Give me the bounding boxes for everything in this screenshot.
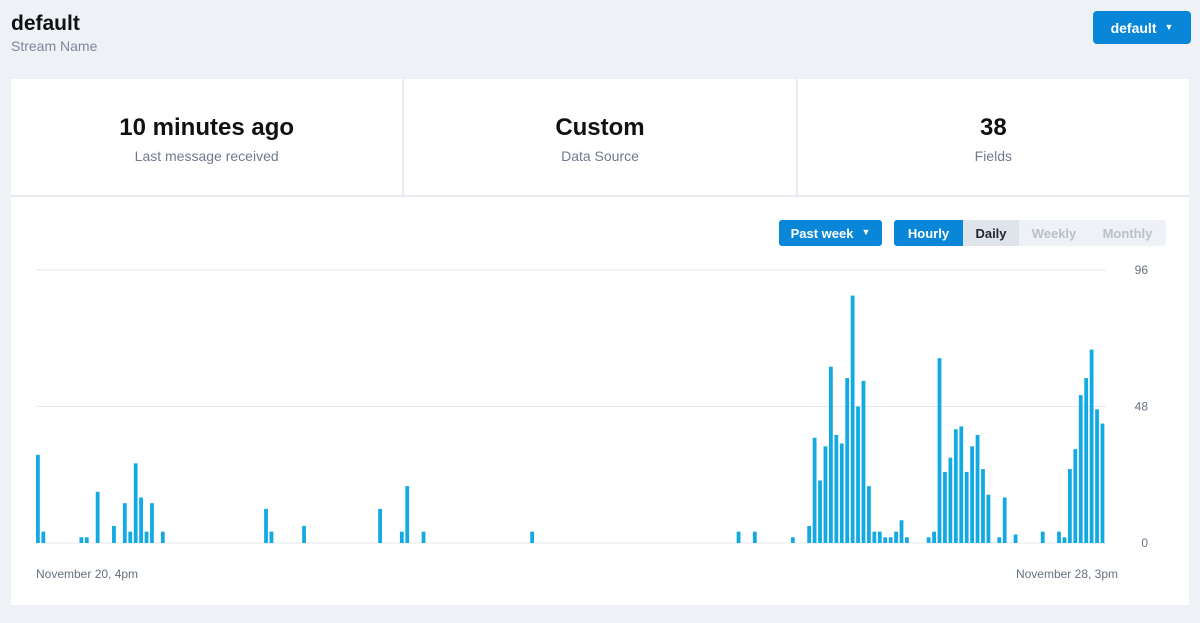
chart-bar xyxy=(790,537,795,543)
chart-bar xyxy=(95,491,100,543)
chart-bar xyxy=(894,531,898,544)
chart-bar xyxy=(883,537,888,543)
chart-bar xyxy=(302,525,306,543)
chart-bar xyxy=(867,486,871,544)
chart-bar xyxy=(421,531,426,544)
chart-bar xyxy=(839,443,844,543)
chart-bar xyxy=(139,497,143,543)
message-volume-chart: 0 48 96 November 20, 4pm November 28, 3pm xyxy=(36,263,1149,581)
chart-bar xyxy=(932,531,936,544)
chart-bar xyxy=(36,454,40,543)
chart-bar xyxy=(926,537,931,543)
y-tick-label: 96 xyxy=(1135,263,1149,277)
x-axis-end-label: November 28, 3pm xyxy=(1016,567,1118,581)
chart-bar xyxy=(861,380,866,543)
chart-bar xyxy=(1062,537,1067,543)
chart-bar xyxy=(1040,531,1045,544)
chart-bar xyxy=(823,446,828,543)
stream-title: default xyxy=(11,12,80,35)
x-axis-start-label: November 20, 4pm xyxy=(36,567,138,581)
chart-bar xyxy=(1078,395,1083,544)
chart-bar xyxy=(79,537,84,543)
stream-selector-label: default xyxy=(1110,19,1157,36)
chart-bar xyxy=(1095,409,1099,543)
chart-bar xyxy=(834,434,839,543)
chart-bar xyxy=(160,531,165,544)
chart-bar xyxy=(1067,469,1072,543)
chart-bar xyxy=(1100,423,1105,543)
chart-bar xyxy=(807,525,812,543)
chart-bar xyxy=(378,508,382,544)
chart-bar xyxy=(856,406,860,543)
chart-bar xyxy=(399,531,404,544)
chart-bar xyxy=(264,508,268,544)
chart-bar xyxy=(133,463,138,544)
y-tick-label: 0 xyxy=(1141,536,1148,550)
chart-bar xyxy=(943,471,947,543)
chart-bar xyxy=(122,503,127,543)
chart-bar xyxy=(818,480,822,543)
chart-bar xyxy=(150,503,154,543)
chart-bar xyxy=(986,494,991,543)
chart-bar xyxy=(997,537,1002,543)
chart-bar xyxy=(1002,497,1007,543)
chart-bar xyxy=(269,531,274,544)
chart-bar xyxy=(975,434,980,543)
stream-subtitle: Stream Name xyxy=(11,38,98,54)
chart-bar xyxy=(970,446,975,543)
chart-bar xyxy=(981,469,985,543)
chart-bar xyxy=(948,457,953,543)
stream-selector-button[interactable]: default ▼ xyxy=(1093,11,1191,44)
chart-bar xyxy=(850,295,855,543)
stream-header: default Stream Name xyxy=(11,12,97,54)
stream-card: 10 minutes ago Last message received Cus… xyxy=(11,79,1189,605)
chart-bar xyxy=(812,437,817,543)
chart-bar xyxy=(964,471,969,543)
chart-bar xyxy=(1013,534,1018,543)
chart-bar xyxy=(1089,349,1094,544)
chart-bar xyxy=(905,537,909,543)
chart-bar xyxy=(41,531,46,544)
chart-bar xyxy=(84,537,89,543)
chart-bar xyxy=(888,537,893,543)
chart-bar xyxy=(144,531,149,544)
chart-bar xyxy=(128,531,133,544)
chart-bar xyxy=(899,520,904,543)
chart-bar xyxy=(530,531,535,544)
chart-bar xyxy=(1073,449,1078,543)
chart-bar xyxy=(845,378,850,543)
chart-bar xyxy=(1084,378,1089,543)
chart-bar xyxy=(405,486,410,544)
chart-bar xyxy=(937,358,942,543)
chevron-down-icon: ▼ xyxy=(1164,21,1174,32)
chart-bar xyxy=(112,525,116,543)
chart-bar xyxy=(1057,531,1061,544)
chart-bar xyxy=(736,531,741,544)
chart-bar xyxy=(872,531,877,544)
chart-bar xyxy=(877,531,882,544)
y-tick-label: 48 xyxy=(1135,400,1149,414)
chart-bar xyxy=(752,531,757,544)
chart-bar xyxy=(828,366,833,543)
chart-bar xyxy=(953,429,958,543)
chart-bar xyxy=(959,426,964,543)
